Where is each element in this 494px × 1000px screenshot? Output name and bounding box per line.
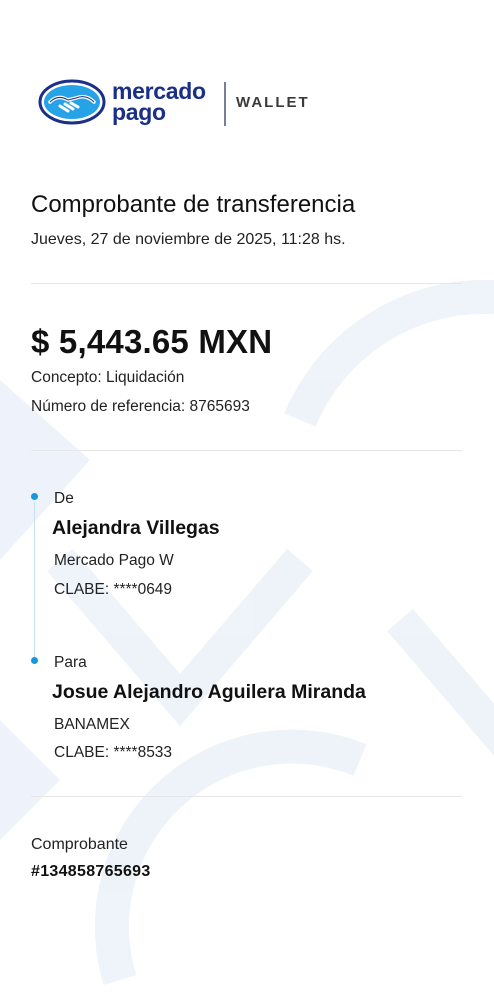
sender-bank: Mercado Pago W bbox=[54, 552, 174, 569]
brand-line2: pago bbox=[112, 99, 166, 125]
brand-product: WALLET bbox=[236, 94, 310, 111]
timeline-line bbox=[34, 502, 35, 662]
concept-label: Concepto: bbox=[31, 369, 102, 386]
concept-row: Concepto: Liquidación bbox=[31, 369, 184, 387]
page-title: Comprobante de transferencia bbox=[31, 191, 356, 218]
sender-dot-icon bbox=[31, 493, 38, 500]
sender-clabe: CLABE: ****0649 bbox=[54, 581, 173, 598]
recipient-dot-icon bbox=[31, 657, 38, 664]
reference-value: 8765693 bbox=[189, 398, 250, 415]
voucher-number: #134858765693 bbox=[31, 863, 151, 880]
handshake-logo-icon bbox=[38, 79, 106, 125]
divider bbox=[31, 796, 462, 797]
reference-label: Número de referencia: bbox=[31, 398, 186, 415]
sender-name: Alejandra Villegas bbox=[52, 517, 220, 539]
recipient-bank: BANAMEX bbox=[54, 716, 130, 733]
sender-label: De bbox=[54, 490, 74, 507]
logo-divider bbox=[224, 82, 226, 126]
recipient-clabe: CLABE: ****8533 bbox=[54, 744, 173, 761]
brand-name: mercado pago bbox=[112, 80, 206, 125]
voucher-label: Comprobante bbox=[31, 836, 128, 853]
divider bbox=[31, 283, 462, 284]
concept-value: Liquidación bbox=[105, 369, 185, 386]
reference-row: Número de referencia: 8765693 bbox=[31, 398, 250, 416]
transfer-date: Jueves, 27 de noviembre de 2025, 11:28 h… bbox=[31, 231, 346, 248]
recipient-name: Josue Alejandro Aguilera Miranda bbox=[52, 681, 366, 703]
divider bbox=[31, 450, 462, 451]
brand-logo: mercado pago WALLET bbox=[38, 78, 308, 126]
recipient-label: Para bbox=[54, 654, 87, 671]
transfer-amount: $ 5,443.65 MXN bbox=[31, 323, 273, 360]
